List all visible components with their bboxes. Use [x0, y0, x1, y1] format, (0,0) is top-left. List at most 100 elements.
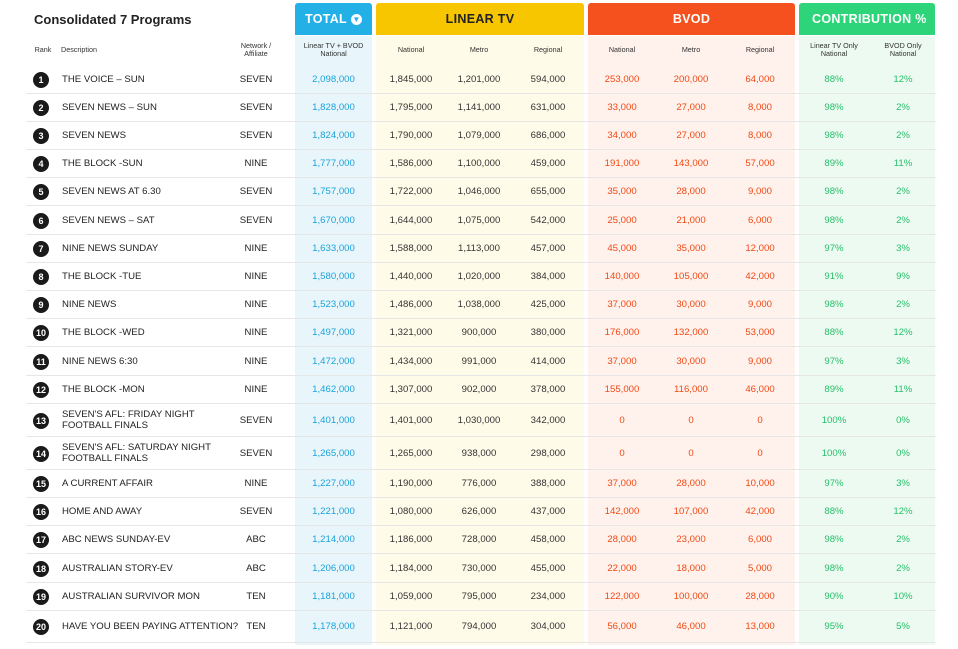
program-description-cell-text: A CURRENT AFFAIR — [62, 478, 153, 489]
total-national-cell: 1,523,000 — [295, 291, 372, 318]
table-row[interactable]: 3 SEVEN NEWS SEVEN 1,824,000 1,790,000 1,079,… — [26, 122, 936, 150]
table-row[interactable]: 8 THE BLOCK -TUE NINE 1,580,000 1,440,000 1,0… — [26, 263, 936, 291]
linear-regional-cell-text: 455,000 — [530, 562, 566, 574]
table-row[interactable]: 19 AUSTRALIAN SURVIVOR MON TEN 1,181,000 1,0… — [26, 583, 936, 611]
table-row[interactable]: 9 NINE NEWS NINE 1,523,000 1,486,000 1,038,00… — [26, 291, 936, 319]
contribution-bvod-cell-text: 5% — [896, 621, 910, 632]
contribution-bvod-cell-text: 12% — [893, 327, 913, 338]
linear-regional-cell-text: 342,000 — [530, 414, 566, 426]
bvod-metro-cell: 0 — [664, 437, 718, 469]
linear-national-cell-text: 1,307,000 — [389, 384, 433, 395]
contribution-linear-cell: 91% — [804, 263, 864, 290]
table-row[interactable]: 6 SEVEN NEWS – SAT SEVEN 1,670,000 1,644,000… — [26, 206, 936, 235]
table-row[interactable]: 16 HOME AND AWAY SEVEN 1,221,000 1,080,000 62… — [26, 498, 936, 526]
bvod-national-cell-text: 37,000 — [607, 478, 637, 489]
contribution-bvod-cell: 2% — [875, 122, 931, 149]
total-national-cell-text: 1,178,000 — [312, 621, 355, 632]
table-row[interactable]: 4 THE BLOCK -SUN NINE 1,777,000 1,586,000 1,1… — [26, 150, 936, 178]
program-description-cell: SEVEN NEWS — [62, 122, 242, 149]
table-row[interactable]: 18 AUSTRALIAN STORY-EV ABC 1,206,000 1,184,0… — [26, 554, 936, 583]
linear-metro-cell: 626,000 — [452, 498, 506, 525]
rank-badge: 13 — [33, 412, 49, 429]
program-description-cell: THE BLOCK -SUN — [62, 150, 242, 177]
linear-regional-cell: 388,000 — [521, 470, 575, 497]
linear-metro-cell-text: 1,020,000 — [457, 271, 501, 282]
network-cell: NINE — [231, 347, 281, 375]
contribution-bvod-cell-text: 12% — [893, 74, 913, 85]
contribution-linear-cell-text: 100% — [821, 414, 847, 426]
program-description-cell-text: AUSTRALIAN SURVIVOR MON — [62, 591, 200, 602]
contribution-linear-cell: 88% — [804, 66, 864, 93]
total-national-cell: 1,633,000 — [295, 235, 372, 262]
linear-national-cell-text: 1,722,000 — [389, 186, 433, 197]
linear-national-cell-text: 1,080,000 — [389, 506, 433, 517]
linear-regional-cell-text: 378,000 — [530, 384, 566, 395]
table-row[interactable]: 7 NINE NEWS SUNDAY NINE 1,633,000 1,588,000 1… — [26, 235, 936, 263]
table-row[interactable]: 2 SEVEN NEWS – SUN SEVEN 1,828,000 1,795,000… — [26, 94, 936, 122]
linear-national-cell-text: 1,790,000 — [389, 130, 433, 141]
bvod-regional-cell-text: 46,000 — [745, 384, 775, 395]
bvod-metro-cell-text: 143,000 — [673, 158, 709, 169]
total-header-button[interactable]: TOTAL ▼ — [295, 3, 372, 35]
total-national-cell: 1,824,000 — [295, 122, 372, 149]
bvod-national-cell-text: 37,000 — [607, 355, 637, 367]
bvod-metro-cell: 200,000 — [664, 66, 718, 93]
contribution-bvod-cell: 3% — [875, 347, 931, 375]
linear-metro-cell: 1,030,000 — [452, 404, 506, 436]
bvod-national-cell-text: 33,000 — [607, 102, 637, 113]
bvod-national-cell: 33,000 — [595, 94, 649, 121]
network-cell: NINE — [231, 150, 281, 177]
contribution-linear-cell-text: 97% — [824, 243, 844, 254]
table-row[interactable]: 15 A CURRENT AFFAIR NINE 1,227,000 1,190,000… — [26, 470, 936, 498]
linear-regional-column-header: Regional — [533, 45, 563, 54]
network-cell: SEVEN — [231, 178, 281, 205]
linear-metro-cell-text: 1,201,000 — [457, 74, 501, 85]
bvod-national-cell-text: 56,000 — [607, 621, 637, 632]
contribution-bvod-cell: 12% — [875, 319, 931, 346]
program-description-cell: THE BLOCK -TUE — [62, 263, 242, 290]
rank-badge: 2 — [33, 100, 49, 116]
sort-down-icon[interactable]: ▼ — [351, 13, 362, 25]
bvod-metro-cell-text: 27,000 — [676, 130, 706, 141]
bvod-regional-cell-text: 13,000 — [745, 621, 775, 632]
total-national-cell-text: 1,206,000 — [312, 562, 355, 574]
table-row[interactable]: 11 NINE NEWS 6:30 NINE 1,472,000 1,434,000 99… — [26, 347, 936, 376]
bvod-regional-cell-text: 57,000 — [745, 158, 775, 169]
contribution-bvod-cell-text: 2% — [896, 186, 910, 197]
table-row[interactable]: 10 THE BLOCK -WED NINE 1,497,000 1,321,000 90… — [26, 319, 936, 347]
bvod-metro-cell: 46,000 — [664, 611, 718, 642]
contribution-bvod-cell-text: 3% — [896, 478, 910, 489]
bvod-regional-cell: 0 — [733, 404, 787, 436]
contribution-linear-cell: 100% — [804, 437, 864, 469]
contribution-bvod-cell-text: 10% — [893, 591, 913, 602]
table-row[interactable]: 14 SEVEN'S AFL: SATURDAY NIGHT FOOTBALL F… — [26, 437, 936, 470]
table-row[interactable]: 1 THE VOICE – SUN SEVEN 2,098,000 1,845,000 1… — [26, 66, 936, 94]
contribution-linear-cell-text: 98% — [824, 102, 844, 113]
linear-national-cell-text: 1,434,000 — [389, 355, 433, 367]
contribution-linear-cell: 88% — [804, 319, 864, 346]
bvod-regional-cell-text: 42,000 — [745, 271, 775, 282]
bvod-metro-cell: 143,000 — [664, 150, 718, 177]
linear-metro-cell-text: 795,000 — [461, 591, 497, 602]
contribution-bvod-cell-text: 2% — [896, 130, 910, 141]
linear-regional-cell-text: 594,000 — [530, 74, 566, 85]
bvod-metro-cell-text: 21,000 — [676, 214, 706, 226]
contribution-bvod-cell-text: 0% — [896, 414, 910, 426]
linear-metro-cell: 1,038,000 — [452, 291, 506, 318]
linear-metro-cell: 776,000 — [452, 470, 506, 497]
total-national-cell-text: 1,580,000 — [312, 271, 355, 282]
linear-national-cell-text: 1,121,000 — [389, 621, 433, 632]
linear-national-cell-text: 1,440,000 — [389, 271, 433, 282]
bvod-national-cell: 22,000 — [595, 554, 649, 582]
linear-metro-cell-text: 626,000 — [461, 506, 497, 517]
bvod-national-cell: 142,000 — [595, 498, 649, 525]
table-row[interactable]: 5 SEVEN NEWS AT 6.30 SEVEN 1,757,000 1,722,0… — [26, 178, 936, 206]
table-row[interactable]: 17 ABC NEWS SUNDAY-EV ABC 1,214,000 1,186,00… — [26, 526, 936, 554]
total-national-cell-text: 1,472,000 — [312, 355, 355, 367]
linear-regional-cell: 655,000 — [521, 178, 575, 205]
bvod-regional-cell-text: 53,000 — [745, 327, 775, 338]
table-row[interactable]: 12 THE BLOCK -MON NINE 1,462,000 1,307,000 90… — [26, 376, 936, 404]
table-row[interactable]: 20 HAVE YOU BEEN PAYING ATTENTION? TEN 1,17… — [26, 611, 936, 643]
total-national-cell: 1,757,000 — [295, 178, 372, 205]
table-row[interactable]: 13 SEVEN'S AFL: FRIDAY NIGHT FOOTBALL FIN… — [26, 404, 936, 437]
